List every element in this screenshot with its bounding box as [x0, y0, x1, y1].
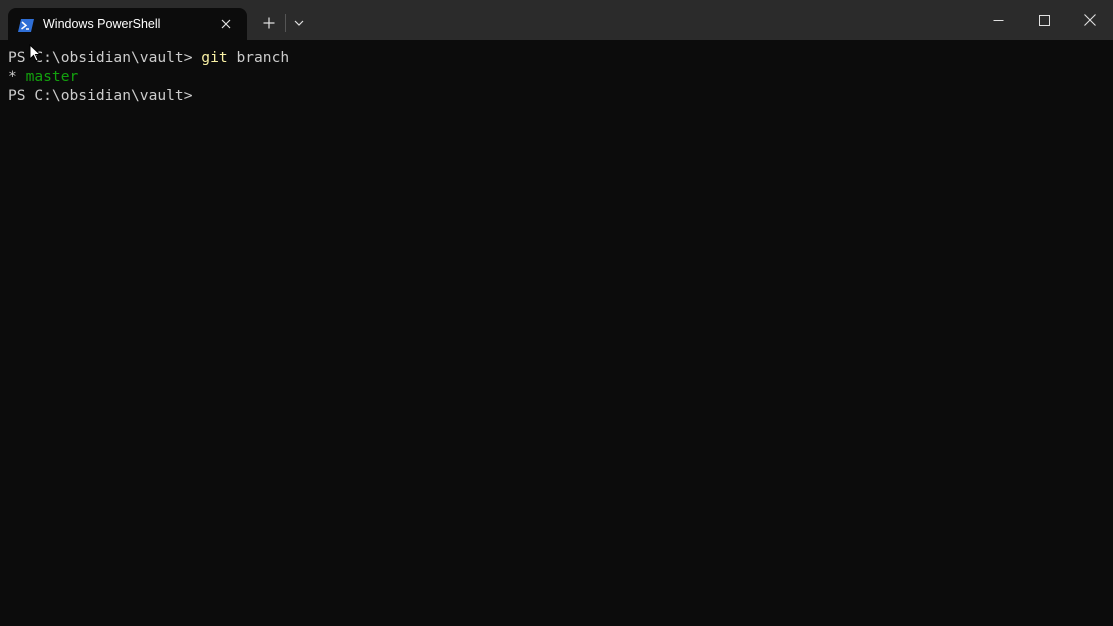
chevron-down-icon: [294, 20, 304, 26]
branch-bullet: *: [8, 68, 26, 85]
terminal-window: Windows PowerShell PS C:\obsidian\vault>…: [0, 0, 1113, 626]
tab-windows-powershell[interactable]: Windows PowerShell: [8, 8, 247, 40]
terminal-line: PS C:\obsidian\vault> git branch: [8, 48, 289, 67]
maximize-button[interactable]: [1021, 0, 1067, 40]
powershell-icon: [18, 17, 34, 32]
title-bar[interactable]: Windows PowerShell: [0, 0, 1113, 40]
close-button[interactable]: [1067, 0, 1113, 40]
command-name: git: [201, 49, 228, 66]
new-tab-button[interactable]: [256, 10, 282, 36]
tab-close-icon[interactable]: [216, 14, 236, 34]
terminal-output[interactable]: PS C:\obsidian\vault> git branch * maste…: [0, 40, 1113, 626]
tab-dropdown-button[interactable]: [288, 10, 310, 36]
plus-icon: [263, 17, 275, 29]
terminal-line: * master: [8, 67, 78, 86]
minimize-icon: [993, 19, 1003, 21]
tab-title: Windows PowerShell: [43, 17, 161, 31]
tab-separator: [285, 14, 286, 32]
mouse-pointer-icon: [29, 43, 42, 63]
current-branch: master: [25, 68, 79, 85]
close-icon: [1084, 14, 1096, 26]
maximize-icon: [1038, 14, 1050, 26]
minimize-button[interactable]: [975, 0, 1021, 40]
prompt: PS C:\obsidian\vault>: [8, 87, 193, 104]
terminal-line: PS C:\obsidian\vault>: [8, 86, 193, 105]
command-args: branch: [227, 49, 290, 66]
